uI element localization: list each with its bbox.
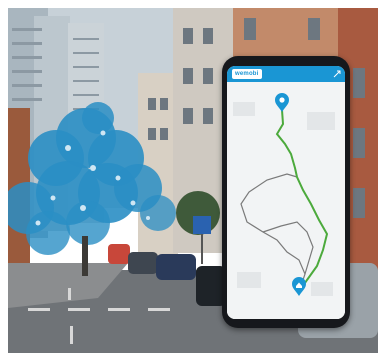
expand-icon[interactable] [333,70,341,78]
sign-pole [201,234,203,264]
tree-trunk [82,236,88,276]
car-2 [156,254,196,280]
red-car [108,244,130,264]
app-header: wemobi [227,66,345,82]
app-logo: wemobi [232,69,262,79]
street-scene: wemobi [8,8,378,353]
smartphone: wemobi [222,56,350,328]
road-sign [193,216,211,234]
route-map[interactable] [227,82,345,319]
phone-screen: wemobi [227,66,345,319]
car-1 [128,252,158,274]
